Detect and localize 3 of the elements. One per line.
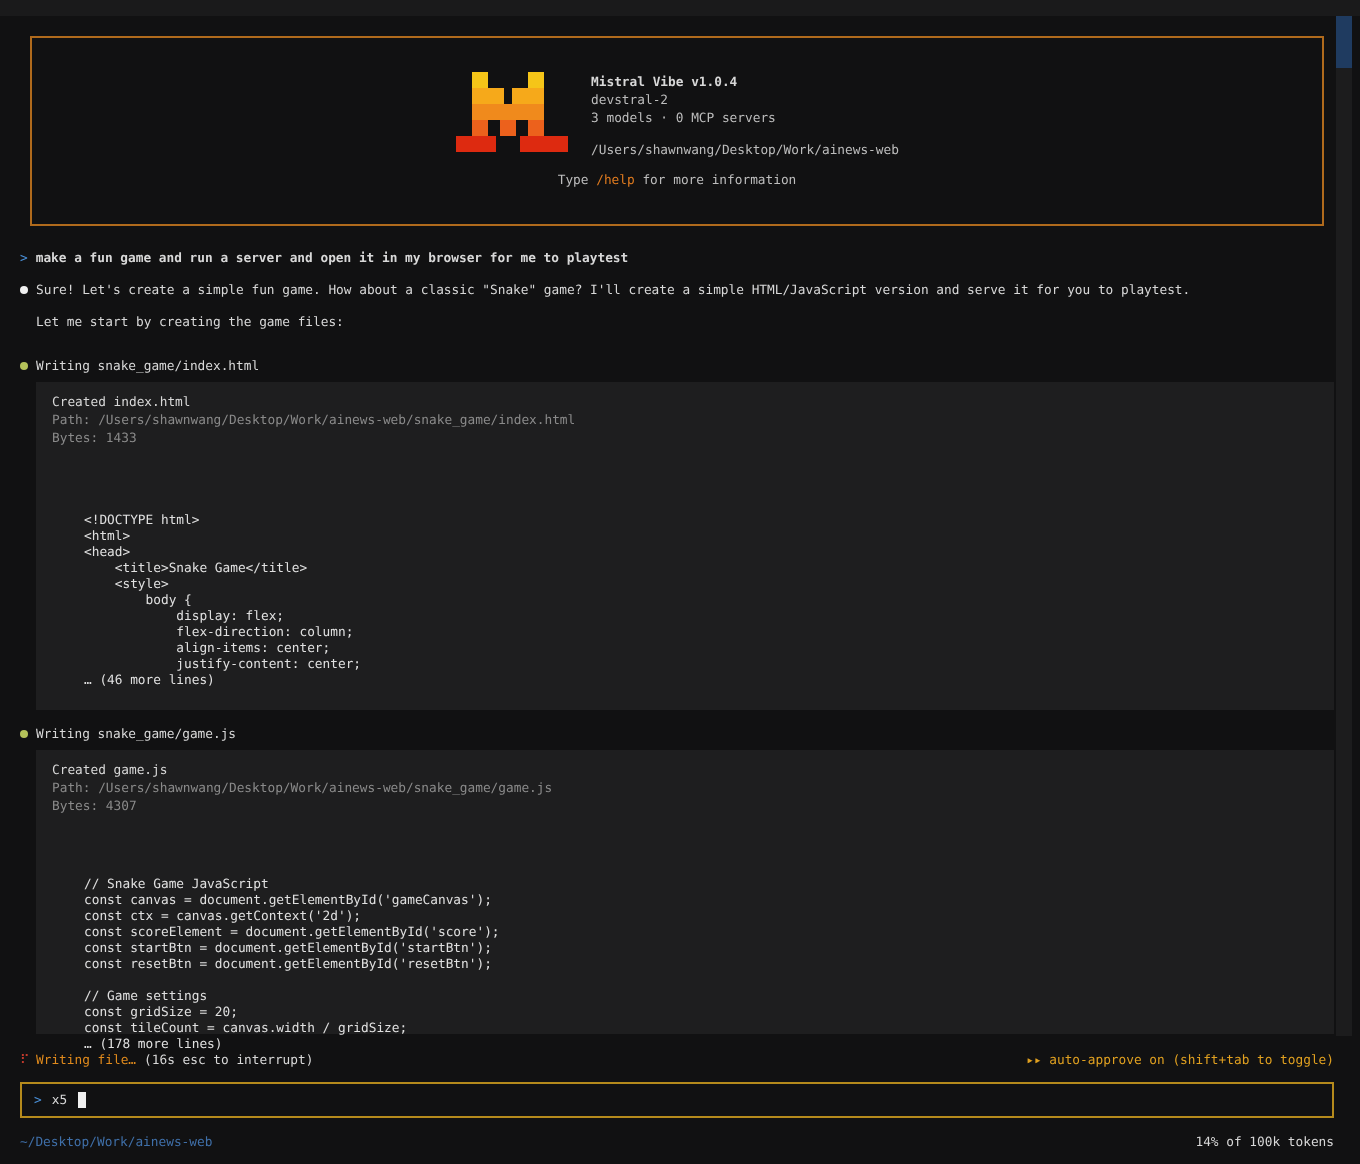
status-dot (20, 362, 28, 370)
bullet-icon (20, 286, 28, 294)
status-dot (20, 730, 28, 738)
